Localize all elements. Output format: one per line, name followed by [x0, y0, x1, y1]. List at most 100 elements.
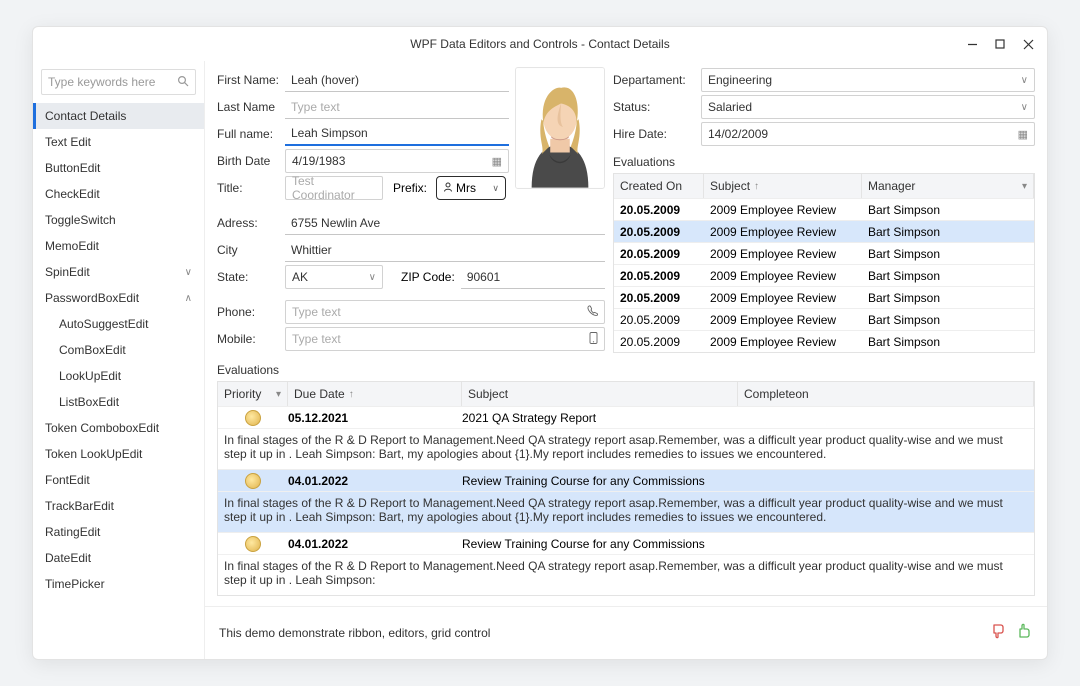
department-select[interactable]: Engineering∨	[701, 68, 1035, 92]
calendar-icon: ▦	[1018, 128, 1028, 141]
grid-header: Priority▾ Due Date↑ Subject Completeon	[218, 382, 1034, 406]
sidebar-item[interactable]: SpinEdit∨	[33, 259, 204, 285]
label-evaluations-bottom: Evaluations	[217, 363, 1035, 377]
state-select[interactable]: AK∨	[285, 265, 383, 289]
grid-header: Created On Subject↑ Manager▾	[614, 174, 1034, 198]
minimize-icon[interactable]	[965, 37, 979, 51]
sidebar-item[interactable]: ListBoxEdit	[33, 389, 204, 415]
sidebar-item[interactable]: FontEdit	[33, 467, 204, 493]
app-window: WPF Data Editors and Controls - Contact …	[32, 26, 1048, 660]
label-full-name: Full name:	[217, 127, 285, 141]
sidebar-item[interactable]: ComBoxEdit	[33, 337, 204, 363]
search-placeholder: Type keywords here	[48, 75, 155, 89]
sidebar-item[interactable]: ToggleSwitch	[33, 207, 204, 233]
col-created-on[interactable]: Created On	[614, 174, 704, 198]
col-completion[interactable]: Completeon	[738, 382, 1034, 406]
label-hire-date: Hire Date:	[613, 127, 701, 141]
table-row[interactable]: 04.01.2022 Review Training Course for an…	[218, 532, 1034, 595]
table-row[interactable]: 20.05.20092009 Employee ReviewBart Simps…	[614, 264, 1034, 286]
sidebar-item[interactable]: Token ComboboxEdit	[33, 415, 204, 441]
label-zip: ZIP Code:	[401, 270, 455, 284]
sidebar-item[interactable]: TrackBarEdit	[33, 493, 204, 519]
label-state: State:	[217, 270, 285, 284]
mobile-field[interactable]: Type text	[285, 327, 605, 351]
col-priority[interactable]: Priority▾	[218, 382, 288, 406]
label-title: Title:	[217, 181, 285, 195]
label-first-name: First Name:	[217, 73, 285, 87]
sidebar: Type keywords here Contact DetailsText E…	[33, 61, 205, 659]
label-address: Adress:	[217, 216, 285, 230]
close-icon[interactable]	[1021, 37, 1035, 51]
label-phone: Phone:	[217, 305, 285, 319]
priority-flag-icon	[245, 410, 261, 426]
sidebar-item[interactable]: TimePicker	[33, 571, 204, 597]
titlebar: WPF Data Editors and Controls - Contact …	[33, 27, 1047, 61]
sidebar-item[interactable]: CheckEdit	[33, 181, 204, 207]
table-row[interactable]: 20.05.20092009 Employee ReviewBart Simps…	[614, 308, 1034, 330]
last-name-field[interactable]: Type text	[285, 95, 509, 119]
evaluations-top-grid: Created On Subject↑ Manager▾ 20.05.20092…	[613, 173, 1035, 353]
sidebar-item[interactable]: RatingEdit	[33, 519, 204, 545]
evaluations-bottom-grid: Priority▾ Due Date↑ Subject Completeon 0…	[217, 381, 1035, 596]
search-input[interactable]: Type keywords here	[41, 69, 196, 95]
table-row[interactable]: 20.05.20092009 Employee ReviewBart Simps…	[614, 242, 1034, 264]
birth-date-field[interactable]: 4/19/1983▦	[285, 149, 509, 173]
sidebar-item[interactable]: Contact Details	[33, 103, 204, 129]
chevron-down-icon: ∨	[185, 267, 192, 278]
thumb-up-icon[interactable]	[1017, 623, 1033, 643]
sidebar-item[interactable]: ButtonEdit	[33, 155, 204, 181]
table-row[interactable]: 20.05.20092009 Employee ReviewBart Simps…	[614, 198, 1034, 220]
sidebar-item[interactable]: Text Edit	[33, 129, 204, 155]
col-due-date[interactable]: Due Date↑	[288, 382, 462, 406]
sidebar-item[interactable]: PasswordBoxEdit∧	[33, 285, 204, 311]
label-status: Status:	[613, 100, 701, 114]
chevron-down-icon: ∨	[369, 272, 376, 283]
label-mobile: Mobile:	[217, 332, 285, 346]
prefix-select[interactable]: Mrs∨	[436, 176, 506, 200]
col-subject[interactable]: Subject	[462, 382, 738, 406]
sidebar-item[interactable]: LookUpEdit	[33, 363, 204, 389]
table-row[interactable]: 20.05.20092009 Employee ReviewBart Simps…	[614, 286, 1034, 308]
footer: This demo demonstrate ribbon, editors, g…	[205, 606, 1047, 659]
table-row[interactable]: 05.12.2021 2021 QA Strategy Report In fi…	[218, 406, 1034, 469]
city-field[interactable]: Whittier	[285, 238, 605, 262]
sidebar-item[interactable]: MemoEdit	[33, 233, 204, 259]
sidebar-item[interactable]: DateEdit	[33, 545, 204, 571]
nav-list: Contact DetailsText EditButtonEditCheckE…	[33, 103, 204, 597]
zip-field[interactable]: 90601	[461, 265, 605, 289]
thumb-down-icon[interactable]	[991, 623, 1007, 643]
contact-form: First Name: Leah (hover) Last Name Type …	[217, 67, 605, 353]
address-field[interactable]: 6755 Newlin Ave	[285, 211, 605, 235]
calendar-icon: ▦	[492, 155, 502, 168]
contact-photo	[515, 67, 605, 189]
phone-icon	[587, 305, 598, 319]
first-name-field[interactable]: Leah (hover)	[285, 68, 509, 92]
table-row[interactable]: 04.01.2022 Review Training Course for an…	[218, 469, 1034, 532]
full-name-field[interactable]: Leah Simpson	[285, 122, 509, 146]
search-icon	[177, 75, 189, 90]
label-birth-date: Birth Date	[217, 154, 285, 168]
hire-date-field[interactable]: 14/02/2009▦	[701, 122, 1035, 146]
right-panel: Departament: Engineering∨ Status: Salari…	[613, 67, 1035, 353]
table-row[interactable]: 20.05.20092009 Employee ReviewBart Simps…	[614, 220, 1034, 242]
filter-icon[interactable]: ▾	[276, 389, 281, 400]
title-field[interactable]: Test Coordinator	[285, 176, 383, 200]
chevron-down-icon: ∨	[1021, 102, 1028, 113]
col-subject[interactable]: Subject↑	[704, 174, 862, 198]
col-manager[interactable]: Manager▾	[862, 174, 1034, 198]
priority-flag-icon	[245, 536, 261, 552]
chevron-down-icon: ∨	[1021, 75, 1028, 86]
label-city: City	[217, 243, 285, 257]
phone-field[interactable]: Type text	[285, 300, 605, 324]
row-notes: In final stages of the R & D Report to M…	[218, 554, 1034, 595]
window-controls	[965, 27, 1043, 61]
sidebar-item[interactable]: Token LookUpEdit	[33, 441, 204, 467]
table-row[interactable]: 20.05.20092009 Employee ReviewBart Simps…	[614, 330, 1034, 352]
maximize-icon[interactable]	[993, 37, 1007, 51]
label-prefix: Prefix:	[393, 181, 427, 195]
window-title: WPF Data Editors and Controls - Contact …	[410, 37, 669, 51]
filter-icon[interactable]: ▾	[1022, 181, 1027, 192]
footer-text: This demo demonstrate ribbon, editors, g…	[219, 626, 490, 640]
sidebar-item[interactable]: AutoSuggestEdit	[33, 311, 204, 337]
status-select[interactable]: Salaried∨	[701, 95, 1035, 119]
